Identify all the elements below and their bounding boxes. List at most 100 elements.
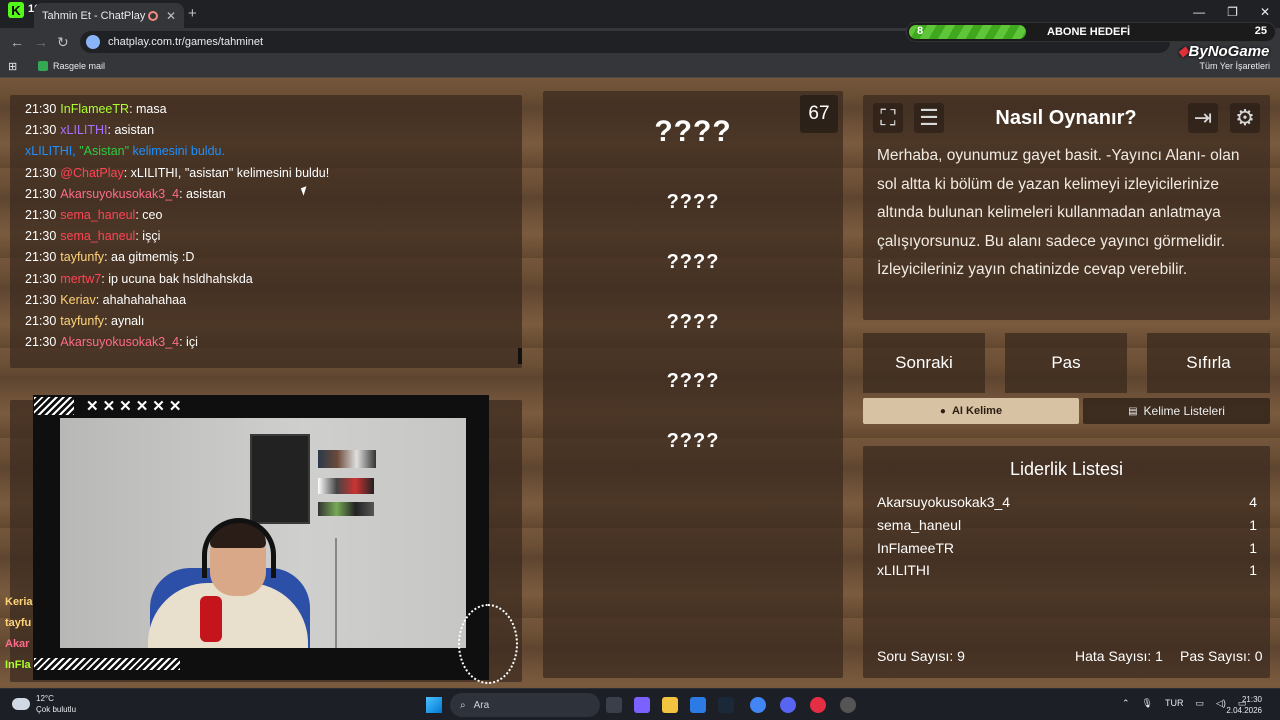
minimize-icon[interactable]: — (1193, 5, 1205, 19)
chat-time: 21:30 (25, 335, 57, 350)
settings-app-icon[interactable] (840, 697, 856, 713)
settings-gear-icon[interactable]: ⚙ (1230, 103, 1260, 133)
chat-username: sema_haneul (60, 229, 136, 244)
subscriber-goal-current: 8 (917, 25, 924, 37)
store-icon[interactable] (690, 697, 706, 713)
mic-stand (335, 538, 337, 648)
chat-time: 21:30 (25, 102, 57, 116)
fullscreen-icon[interactable]: ⛶ (873, 103, 903, 133)
windows-start-icon[interactable] (426, 697, 442, 713)
window-controls: — ❐ ✕ (1193, 5, 1270, 19)
chat-message: 21:30 InFlameeTR: masa (25, 99, 522, 120)
wall-shelf (318, 502, 374, 516)
leaderboard-row: xLILITHI 1 (877, 562, 1257, 578)
chat-scrollbar[interactable] (518, 348, 522, 364)
chat-username: Akarsuyokusokak3_4 (60, 186, 180, 201)
tab-ai-word[interactable]: ● AI Kelime (863, 398, 1079, 424)
chat-time: 21:30 (25, 292, 57, 307)
forbidden-word: ???? (666, 430, 720, 452)
chat-panel: 21:30 InFlameeTR: masa 21:30 xLILITHI: asis… (10, 95, 522, 368)
chat-username: InFlameeTR (60, 102, 130, 116)
mic-icon[interactable]: 🎙 (1142, 698, 1153, 709)
all-bookmarks-button[interactable]: Tüm Yer İşaretleri (1199, 61, 1270, 71)
tab-word-lists-label: Kelime Listeleri (1143, 404, 1225, 418)
bookmarks-bar: ⊞ Rasgele mail Tüm Yer İşaretleri (0, 56, 1280, 78)
kick-icon[interactable]: K (8, 2, 24, 18)
chat-message: 21:30 sema_haneul: ceo (25, 205, 522, 226)
discord-icon[interactable] (780, 697, 796, 713)
chat-time: 21:30 (25, 229, 57, 244)
chat-message: 21:30 tayfunfy: aynalı (25, 311, 522, 332)
forbidden-word: ???? (666, 191, 720, 213)
recording-icon (147, 10, 158, 21)
close-tab-icon[interactable]: ✕ (166, 9, 176, 23)
volume-icon[interactable]: ◁) (1216, 698, 1226, 709)
target-word: ???? (654, 115, 732, 148)
player-score: 1 (1249, 517, 1257, 533)
language-indicator[interactable]: TUR (1165, 698, 1184, 709)
site-info-icon[interactable] (86, 35, 100, 49)
player-name: xLILITHI (877, 562, 930, 578)
media-app-icon[interactable] (810, 697, 826, 713)
tab-word-lists[interactable]: ▤ Kelime Listeleri (1083, 398, 1270, 424)
exit-icon[interactable]: ⇥ (1188, 103, 1218, 133)
wall-shelf (318, 450, 376, 468)
chat-time: 21:30 (25, 165, 57, 180)
chrome-icon[interactable] (750, 697, 766, 713)
chat-time: 21:30 (25, 314, 57, 329)
steam-icon[interactable] (718, 697, 734, 713)
maximize-icon[interactable]: ❐ (1227, 5, 1238, 19)
rules-document-icon[interactable]: ☰ (914, 103, 944, 133)
taskbar-clock[interactable]: 21:30 2.04.2026 (1226, 694, 1262, 716)
weather-widget[interactable]: 12°C Çok bulutlu (12, 693, 76, 715)
file-explorer-icon[interactable] (662, 697, 678, 713)
url-text: chatplay.com.tr/games/tahminet (108, 36, 264, 48)
clock-date: 2.04.2026 (1226, 706, 1262, 715)
task-view-icon[interactable] (606, 697, 622, 713)
apps-grid-icon[interactable]: ⊞ (8, 60, 17, 73)
microphone (200, 596, 222, 642)
leaderboard-row: Akarsuyokusokak3_4 4 (877, 494, 1257, 510)
pass-count: Pas Sayısı: 0 (1180, 648, 1263, 664)
subscriber-goal-bar: 8 ABONE HEDEFİ 25 (906, 22, 1276, 42)
chat-message: 21:30 sema_haneul: işçi (25, 226, 522, 247)
bookmark-item[interactable]: Rasgele mail (38, 61, 105, 71)
bookmark-label: Rasgele mail (53, 61, 106, 71)
back-icon[interactable]: ← (10, 34, 24, 50)
reset-button[interactable]: Sıfırla (1147, 333, 1270, 393)
taskbar-search[interactable]: ⌕ Ara (450, 693, 600, 717)
chat-time: 21:30 (25, 271, 57, 286)
forward-icon[interactable]: → (34, 34, 48, 50)
chat-time: 21:30 (25, 123, 57, 138)
chat-username: tayfunfy (60, 314, 105, 329)
new-tab-button[interactable]: + (188, 5, 197, 22)
reload-icon[interactable]: ↻ (57, 34, 69, 51)
browser-tab[interactable]: Tahmin Et - ChatPlay ✕ (34, 3, 184, 28)
question-count: Soru Sayısı: 9 (877, 648, 965, 664)
network-icon[interactable]: ▭ (1195, 698, 1204, 709)
chat-text: : aynalı (104, 314, 145, 329)
copilot-icon[interactable] (634, 697, 650, 713)
chat-time: 21:30 (25, 208, 57, 223)
cloud-icon (12, 698, 30, 710)
chat-text: : işçi (135, 229, 161, 244)
chat-username: mertw7 (60, 271, 102, 286)
next-button[interactable]: Sonraki (863, 333, 985, 393)
sponsor-logo: ⬥ByNoGame (1178, 43, 1270, 60)
chat-message: 21:30 mertw7: ip ucuna bak hsldhahskda (25, 269, 522, 290)
how-to-play-title: Nasıl Oynanır? (995, 107, 1137, 129)
chat-text: : ceo (135, 208, 163, 223)
search-icon: ⌕ (460, 699, 466, 711)
pass-button[interactable]: Pas (1005, 333, 1127, 393)
how-to-play-text: Merhaba, oyunumuz gayet basit. -Yayıncı … (877, 147, 1240, 278)
chat-message: 21:30 Akarsuyokusokak3_4: asistan (25, 184, 522, 205)
chat-text: : masa (129, 102, 167, 116)
close-window-icon[interactable]: ✕ (1260, 5, 1270, 19)
found-word: "Asistan" (79, 144, 130, 159)
tray-overflow-icon[interactable]: ⌃ (1122, 698, 1130, 709)
forbidden-word: ???? (666, 311, 720, 333)
leaderboard-row: sema_haneul 1 (877, 517, 1257, 533)
chat-message: xLILITHI, "Asistan" kelimesini buldu. (25, 141, 522, 162)
subscriber-goal-fill (909, 25, 1027, 39)
chat-text: : ahahahahahaa (95, 292, 187, 307)
